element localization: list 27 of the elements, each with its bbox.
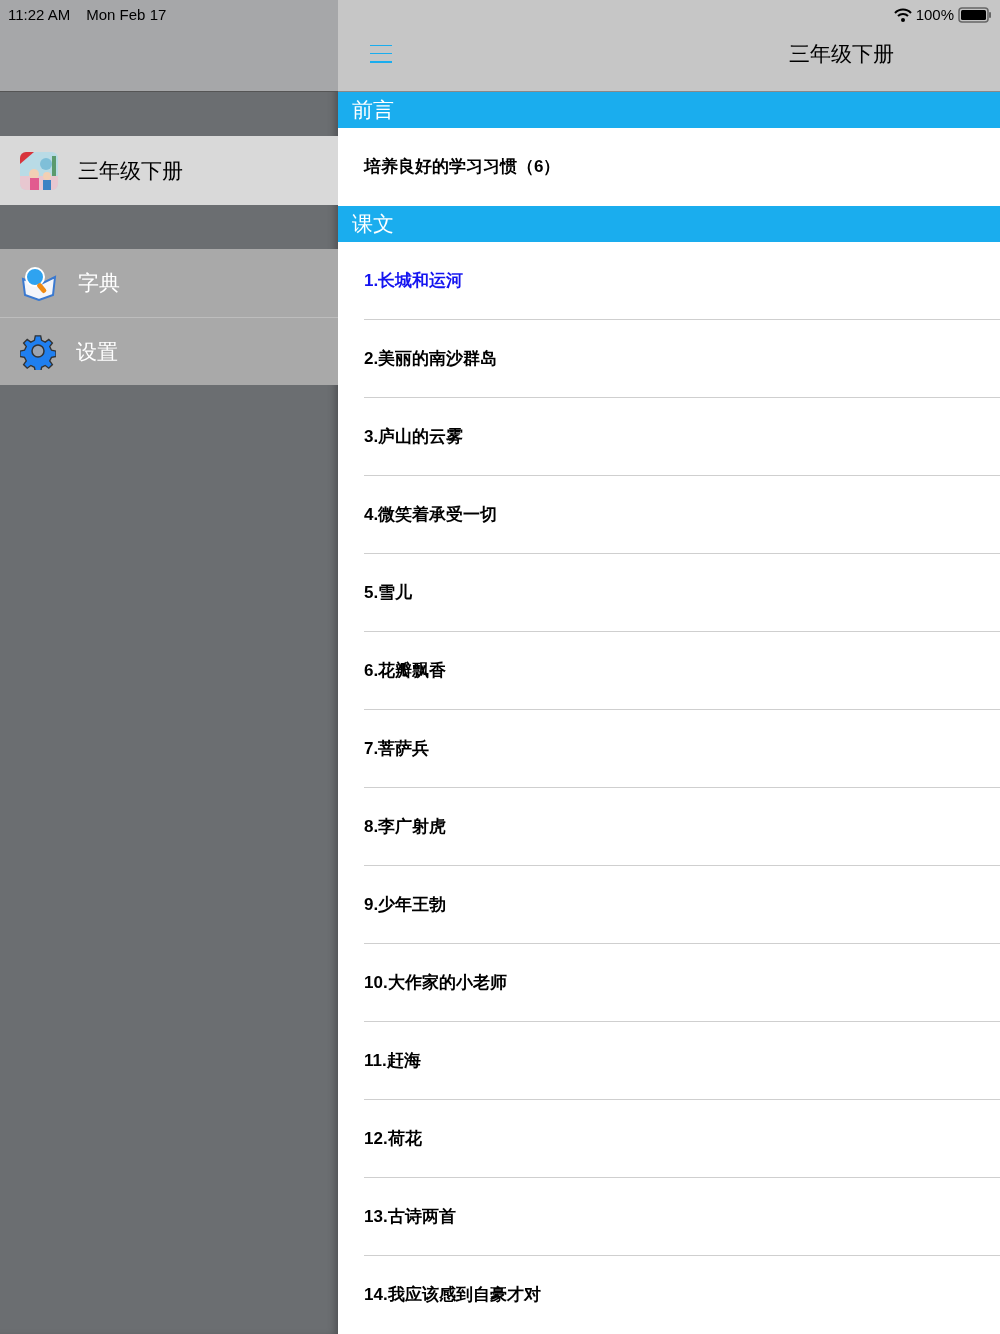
lesson-item[interactable]: 10.大作家的小老师	[364, 969, 507, 996]
magnifier-book-icon	[20, 265, 58, 301]
nav-title: 三年级下册	[789, 40, 894, 67]
lesson-item[interactable]: 4.微笑着承受一切	[364, 501, 498, 528]
status-date: Mon Feb 17	[86, 5, 167, 25]
lesson-item[interactable]: 8.李广射虎	[364, 813, 447, 840]
wifi-icon	[893, 8, 912, 23]
lesson-item[interactable]: 5.雪儿	[364, 579, 413, 606]
lesson-item[interactable]: 3.庐山的云雾	[364, 423, 464, 450]
lesson-item[interactable]: 7.菩萨兵	[364, 735, 430, 762]
battery-icon	[958, 7, 992, 24]
section-header: 前言	[338, 92, 1000, 128]
lesson-item[interactable]: 14.我应该感到自豪才对	[364, 1282, 541, 1308]
lesson-item[interactable]: 12.荷花	[364, 1125, 422, 1152]
gear-icon	[20, 333, 56, 370]
status-time: 11:22 AM	[8, 5, 71, 25]
lesson-item[interactable]: 2.美丽的南沙群岛	[364, 345, 498, 372]
section-header: 课文	[338, 206, 1000, 242]
lesson-item[interactable]: 1.长城和运河	[364, 267, 464, 294]
battery-percent: 100%	[915, 5, 954, 25]
lesson-item[interactable]: 培养良好的学习习惯（6）	[364, 154, 561, 180]
menu-icon[interactable]	[370, 44, 392, 63]
lesson-item[interactable]: 13.古诗两首	[364, 1203, 456, 1230]
lesson-item[interactable]: 11.赶海	[364, 1047, 421, 1074]
lesson-item[interactable]: 6.花瓣飘香	[364, 657, 447, 684]
sidebar-item[interactable]: 三年级下册	[0, 136, 338, 205]
lesson-item[interactable]: 9.少年王勃	[364, 891, 447, 918]
